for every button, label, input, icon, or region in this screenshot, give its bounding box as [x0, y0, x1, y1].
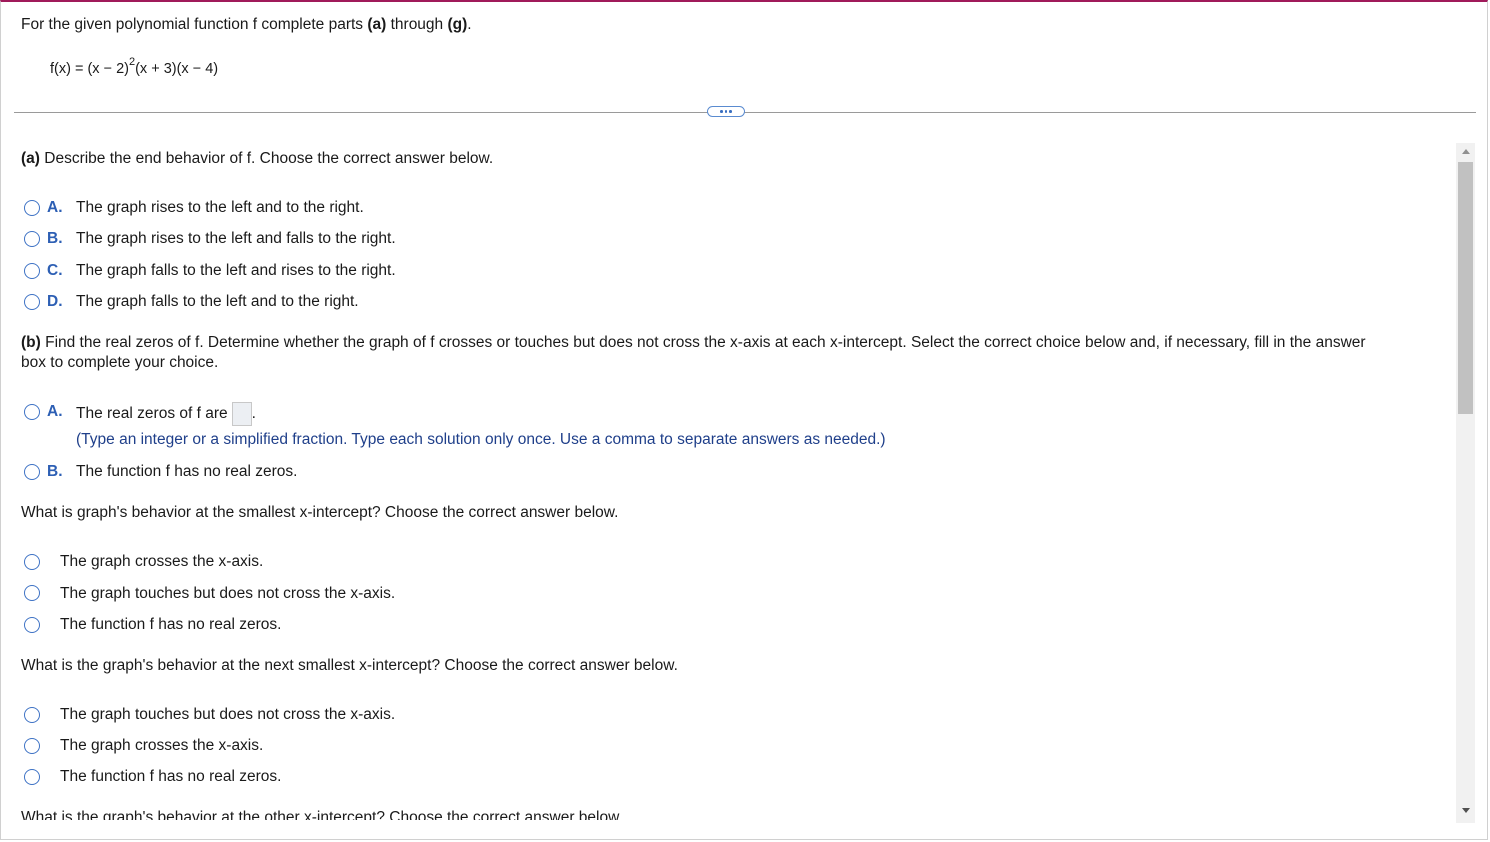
- next-option-3-radio[interactable]: [24, 769, 40, 785]
- function-equation: f(x) = (x − 2)2(x + 3)(x − 4): [50, 56, 219, 77]
- next-option-2-label[interactable]: The graph crosses the x-axis.: [60, 737, 263, 755]
- smallest-option-1-radio[interactable]: [24, 554, 40, 570]
- answer-period: .: [251, 405, 256, 423]
- next-option-1-label[interactable]: The graph touches but does not cross the…: [60, 706, 395, 724]
- part-a-prompt: (a) Describe the end behavior of f. Choo…: [21, 150, 493, 168]
- part-a-option-d-label[interactable]: The graph falls to the left and to the r…: [76, 293, 359, 311]
- section-divider: [14, 112, 1476, 113]
- part-a-option-c-radio[interactable]: [24, 263, 40, 279]
- part-a-option-c-label[interactable]: The graph falls to the left and rises to…: [76, 262, 396, 280]
- smallest-option-2-label[interactable]: The graph touches but does not cross the…: [60, 585, 395, 603]
- zeros-answer-box[interactable]: [231, 402, 252, 426]
- part-b-option-a-label[interactable]: The real zeros of f are: [76, 405, 228, 422]
- part-a-option-a-letter: A.: [47, 199, 63, 216]
- part-a-option-a-radio[interactable]: [24, 200, 40, 216]
- part-a-option-d-letter: D.: [47, 293, 63, 310]
- smallest-option-1-label[interactable]: The graph crosses the x-axis.: [60, 553, 263, 571]
- scroll-up-arrow-icon[interactable]: [1462, 149, 1470, 154]
- intro-prefix: For the given polynomial function f comp…: [21, 16, 368, 33]
- next-option-2-radio[interactable]: [24, 738, 40, 754]
- part-b-prompt: (b) Find the real zeros of f. Determine …: [21, 334, 1366, 352]
- part-a-option-b-letter: B.: [47, 230, 63, 247]
- smallest-option-3-label[interactable]: The function f has no real zeros.: [60, 616, 281, 634]
- part-b-option-b-label[interactable]: The function f has no real zeros.: [76, 463, 297, 481]
- other-intercept-prompt: What is the graph's behavior at the othe…: [21, 809, 623, 820]
- next-option-3-label[interactable]: The function f has no real zeros.: [60, 768, 281, 786]
- next-intercept-prompt: What is the graph's behavior at the next…: [21, 657, 678, 674]
- part-b-option-b-letter: B.: [47, 463, 63, 480]
- part-b-prompt-line1: Find the real zeros of f. Determine whet…: [40, 334, 1366, 351]
- intro-end: .: [467, 16, 472, 33]
- smallest-option-2-radio[interactable]: [24, 585, 40, 601]
- part-b-prompt-line2: box to complete your choice.: [21, 354, 219, 371]
- smallest-intercept-prompt: What is graph's behavior at the smallest…: [21, 504, 619, 521]
- part-a-prompt-text: Describe the end behavior of f. Choose t…: [39, 150, 494, 167]
- part-a-option-b-radio[interactable]: [24, 231, 40, 247]
- smallest-option-3-radio[interactable]: [24, 617, 40, 633]
- intro-part-g: (g): [447, 16, 468, 33]
- part-b-tag: (b): [21, 334, 41, 351]
- intro-part-a: (a): [367, 16, 387, 33]
- other-intercept-clip: What is the graph's behavior at the othe…: [14, 806, 1454, 820]
- scrollbar-thumb[interactable]: [1458, 162, 1473, 414]
- part-a-tag: (a): [21, 150, 40, 167]
- more-options-button[interactable]: [707, 106, 745, 117]
- equation-exponent: 2: [128, 56, 136, 68]
- intro-text: For the given polynomial function f comp…: [21, 16, 472, 34]
- part-b-option-a-letter: A.: [47, 403, 63, 420]
- part-b-option-b-radio[interactable]: [24, 464, 40, 480]
- part-a-option-a-label[interactable]: The graph rises to the left and to the r…: [76, 199, 364, 217]
- scroll-down-arrow-icon[interactable]: [1462, 808, 1470, 813]
- part-a-option-c-letter: C.: [47, 262, 63, 279]
- equation-prefix: f(x) = (x − 2): [50, 60, 129, 77]
- part-b-hint: (Type an integer or a simplified fractio…: [76, 431, 886, 448]
- part-b-option-a-row: The real zeros of f are.: [76, 402, 256, 426]
- part-b-option-a-radio[interactable]: [24, 404, 40, 420]
- equation-suffix: (x + 3)(x − 4): [135, 60, 219, 77]
- part-a-option-b-label[interactable]: The graph rises to the left and falls to…: [76, 230, 396, 248]
- next-option-1-radio[interactable]: [24, 707, 40, 723]
- part-a-option-d-radio[interactable]: [24, 294, 40, 310]
- intro-middle: through: [386, 16, 448, 33]
